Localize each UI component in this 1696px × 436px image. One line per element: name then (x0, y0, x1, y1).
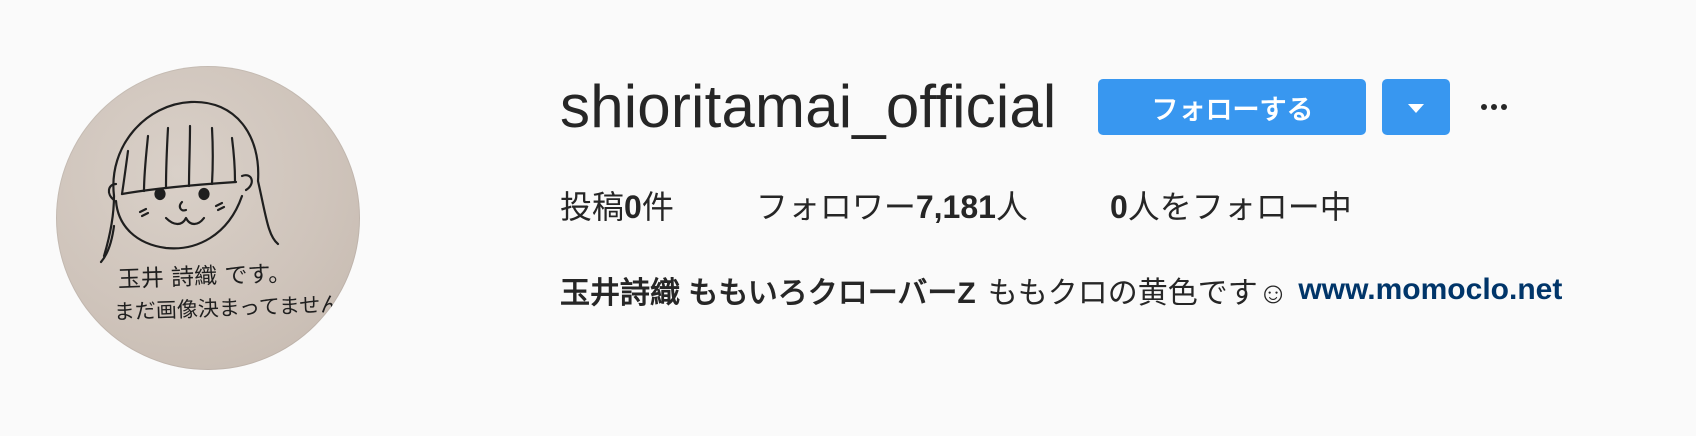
profile-header: 玉井 詩織 です。 まだ画像決まってません。 shioritamai_offic… (0, 0, 1696, 436)
full-name: 玉井詩織 ももいろクローバーZ (560, 277, 976, 310)
chevron-down-icon (1408, 103, 1425, 113)
more-options-button[interactable] (1476, 79, 1512, 135)
posts-label: 投稿 (560, 189, 625, 225)
followers-suffix: 人 (995, 189, 1028, 225)
profile-title-row: shioritamai_official フォローする (560, 72, 1512, 142)
bio-website-link[interactable]: www.momoclo.net (1298, 273, 1562, 307)
avatar-caption-line2: まだ画像決まってません。 (113, 292, 360, 325)
avatar-drawing: 玉井 詩織 です。 まだ画像決まってません。 (99, 100, 360, 325)
bio-text: ももクロの黄色です☺ (987, 277, 1289, 310)
following-link[interactable]: 0 人をフォロー中 (1110, 182, 1352, 228)
followers-label: フォロワー (755, 189, 916, 225)
profile-bio: 玉井詩織 ももいろクローバーZ ももクロの黄色です☺ www.momoclo.n… (560, 268, 1562, 312)
more-horizontal-icon (1481, 104, 1508, 110)
follow-button[interactable]: フォローする (1098, 79, 1367, 135)
followers-link[interactable]: フォロワー 7,181 人 (756, 182, 1028, 228)
profile-stats: 投稿 0 件 フォロワー 7,181 人 0 人をフォロー中 (560, 183, 1352, 227)
profile-info: shioritamai_official フォローする 投稿 0 件 フォロワー 7,… (560, 0, 1696, 436)
following-count: 0 (1109, 189, 1128, 225)
following-label: 人をフォロー中 (1127, 189, 1352, 225)
username: shioritamai_official (560, 73, 1057, 140)
profile-avatar[interactable]: 玉井 詩織 です。 まだ画像決まってません。 (56, 66, 360, 370)
suggestions-dropdown-button[interactable] (1382, 79, 1451, 135)
followers-count: 7,181 (915, 189, 996, 225)
posts-count: 0 (624, 189, 642, 225)
posts-count-stat: 投稿 0 件 (560, 182, 674, 228)
posts-suffix: 件 (641, 189, 674, 225)
avatar-caption-line1: 玉井 詩織 です。 (117, 261, 291, 293)
